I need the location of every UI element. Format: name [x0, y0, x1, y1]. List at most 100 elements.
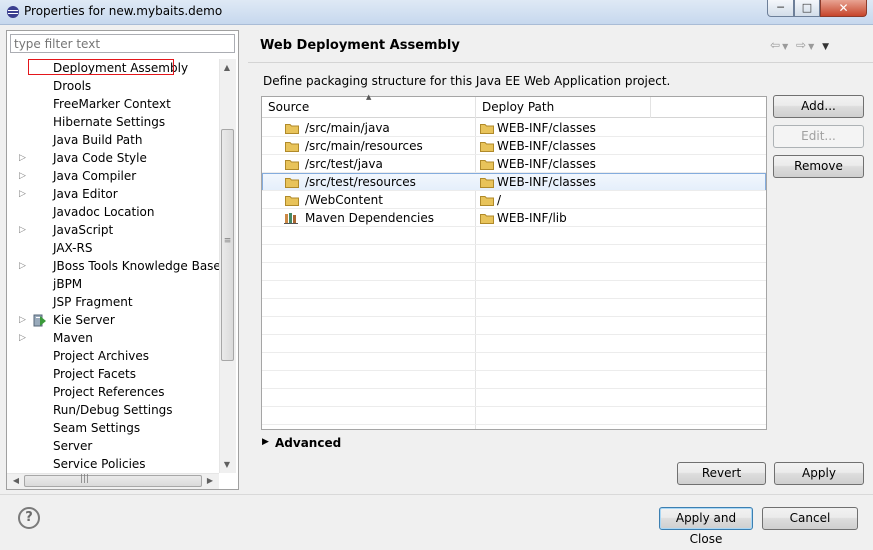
help-icon[interactable]: ? [18, 507, 40, 529]
filter-input[interactable] [10, 34, 235, 53]
folder-icon [480, 124, 494, 134]
row-gridline [262, 424, 766, 425]
expand-arrow-icon[interactable]: ▶ [262, 437, 269, 447]
row-gridline [262, 334, 766, 335]
tree-item[interactable]: Javadoc Location [53, 203, 154, 221]
row-gridline [262, 154, 766, 155]
row-gridline [262, 172, 766, 173]
row-gridline [262, 406, 766, 407]
source-cell: /src/test/java [305, 157, 383, 171]
tree-item[interactable]: Server [53, 437, 92, 455]
edit-button[interactable]: Edit... [773, 125, 864, 148]
page-navigation: ⇦▼ ⇨▼ ▼ [770, 38, 831, 52]
maximize-button[interactable]: □ [794, 0, 820, 17]
row-gridline [262, 208, 766, 209]
tree-expand-arrow-icon[interactable]: ▷ [19, 221, 27, 239]
tree-item[interactable]: Maven [53, 329, 93, 347]
source-cell: /src/main/resources [305, 139, 423, 153]
row-gridline [262, 244, 766, 245]
selection-highlight-box [28, 59, 174, 75]
dialog-separator [0, 494, 873, 495]
row-gridline [262, 370, 766, 371]
scroll-right-arrow-icon[interactable]: ▶ [203, 474, 217, 488]
kie-server-icon [33, 314, 46, 327]
row-gridline [262, 262, 766, 263]
window-title: Properties for new.mybaits.demo [24, 4, 223, 18]
tree-horizontal-scroll-thumb[interactable] [24, 475, 202, 487]
back-arrow-icon[interactable]: ⇦ [770, 38, 782, 52]
tree-item[interactable]: Hibernate Settings [53, 113, 165, 131]
tree-item[interactable]: Java Build Path [53, 131, 142, 149]
deploy-path-cell: WEB-INF/classes [497, 157, 596, 171]
apply-and-close-button[interactable]: Apply and Close [659, 507, 753, 546]
tree-item[interactable]: JSP Fragment [53, 293, 133, 311]
tree-item[interactable]: JBoss Tools Knowledge Base [53, 257, 221, 275]
tree-item[interactable]: Project Facets [53, 365, 136, 383]
tree-item[interactable]: Java Code Style [53, 149, 147, 167]
row-gridline [262, 352, 766, 353]
remove-button[interactable]: Remove [773, 155, 864, 178]
deploy-path-cell: / [497, 193, 502, 207]
tree-expand-arrow-icon[interactable]: ▷ [19, 149, 27, 167]
tree-expand-arrow-icon[interactable]: ▷ [19, 329, 27, 347]
scroll-up-arrow-icon[interactable]: ▲ [220, 61, 234, 75]
folder-icon [480, 160, 494, 170]
row-gridline [262, 316, 766, 317]
back-dropdown-icon[interactable]: ▼ [782, 42, 790, 51]
title-separator [248, 62, 873, 63]
eclipse-window-icon [7, 6, 19, 18]
column-divider [650, 97, 651, 118]
tree-item[interactable]: JAX-RS [53, 239, 92, 257]
tree-item[interactable]: Java Editor [53, 185, 118, 203]
deploy-path-cell: WEB-INF/lib [497, 211, 567, 225]
forward-arrow-icon[interactable]: ⇨ [796, 38, 808, 52]
forward-dropdown-icon[interactable]: ▼ [808, 42, 816, 51]
folder-icon [285, 124, 299, 134]
row-gridline [262, 190, 766, 191]
row-gridline [262, 298, 766, 299]
folder-icon [285, 178, 299, 188]
tree-item[interactable]: Run/Debug Settings [53, 401, 173, 419]
tree-item[interactable]: Project Archives [53, 347, 149, 365]
add-button[interactable]: Add... [773, 95, 864, 118]
folder-icon [480, 196, 494, 206]
row-gridline [262, 388, 766, 389]
tree-expand-arrow-icon[interactable]: ▷ [19, 167, 27, 185]
column-header-source[interactable]: Source [268, 100, 309, 114]
tree-item[interactable]: Seam Settings [53, 419, 140, 437]
tree-item[interactable]: FreeMarker Context [53, 95, 171, 113]
tree-item[interactable]: Service Policies [53, 455, 146, 473]
apply-button[interactable]: Apply [774, 462, 864, 485]
close-window-button[interactable]: ✕ [820, 0, 867, 17]
folder-icon [285, 160, 299, 170]
advanced-section-toggle[interactable]: Advanced [275, 436, 341, 450]
scroll-down-arrow-icon[interactable]: ▼ [220, 458, 234, 472]
view-menu-icon[interactable]: ▼ [822, 42, 831, 52]
scroll-left-arrow-icon[interactable]: ◀ [9, 474, 23, 488]
folder-icon [285, 196, 299, 206]
scroll-grip-icon: ≡ [223, 236, 232, 246]
library-icon [284, 213, 298, 224]
revert-button[interactable]: Revert [677, 462, 766, 485]
source-cell: /WebContent [305, 193, 383, 207]
deploy-path-cell: WEB-INF/classes [497, 175, 596, 189]
folder-icon [480, 178, 494, 188]
cancel-button[interactable]: Cancel [762, 507, 858, 530]
tree-expand-arrow-icon[interactable]: ▷ [19, 185, 27, 203]
row-gridline [262, 136, 766, 137]
tree-expand-arrow-icon[interactable]: ▷ [19, 311, 27, 329]
column-header-deploy-path[interactable]: Deploy Path [482, 100, 554, 114]
tree-item[interactable]: Java Compiler [53, 167, 136, 185]
source-cell: Maven Dependencies [305, 211, 435, 225]
minimize-button[interactable]: ─ [767, 0, 794, 17]
tree-item[interactable]: jBPM [53, 275, 82, 293]
tree-item[interactable]: Drools [53, 77, 91, 95]
row-gridline [262, 280, 766, 281]
tree-item[interactable]: JavaScript [53, 221, 113, 239]
folder-icon [480, 214, 494, 224]
folder-icon [480, 142, 494, 152]
tree-expand-arrow-icon[interactable]: ▷ [19, 257, 27, 275]
tree-item[interactable]: Project References [53, 383, 165, 401]
tree-item[interactable]: Kie Server [53, 311, 115, 329]
hscroll-grip-icon: ||| [80, 474, 90, 484]
